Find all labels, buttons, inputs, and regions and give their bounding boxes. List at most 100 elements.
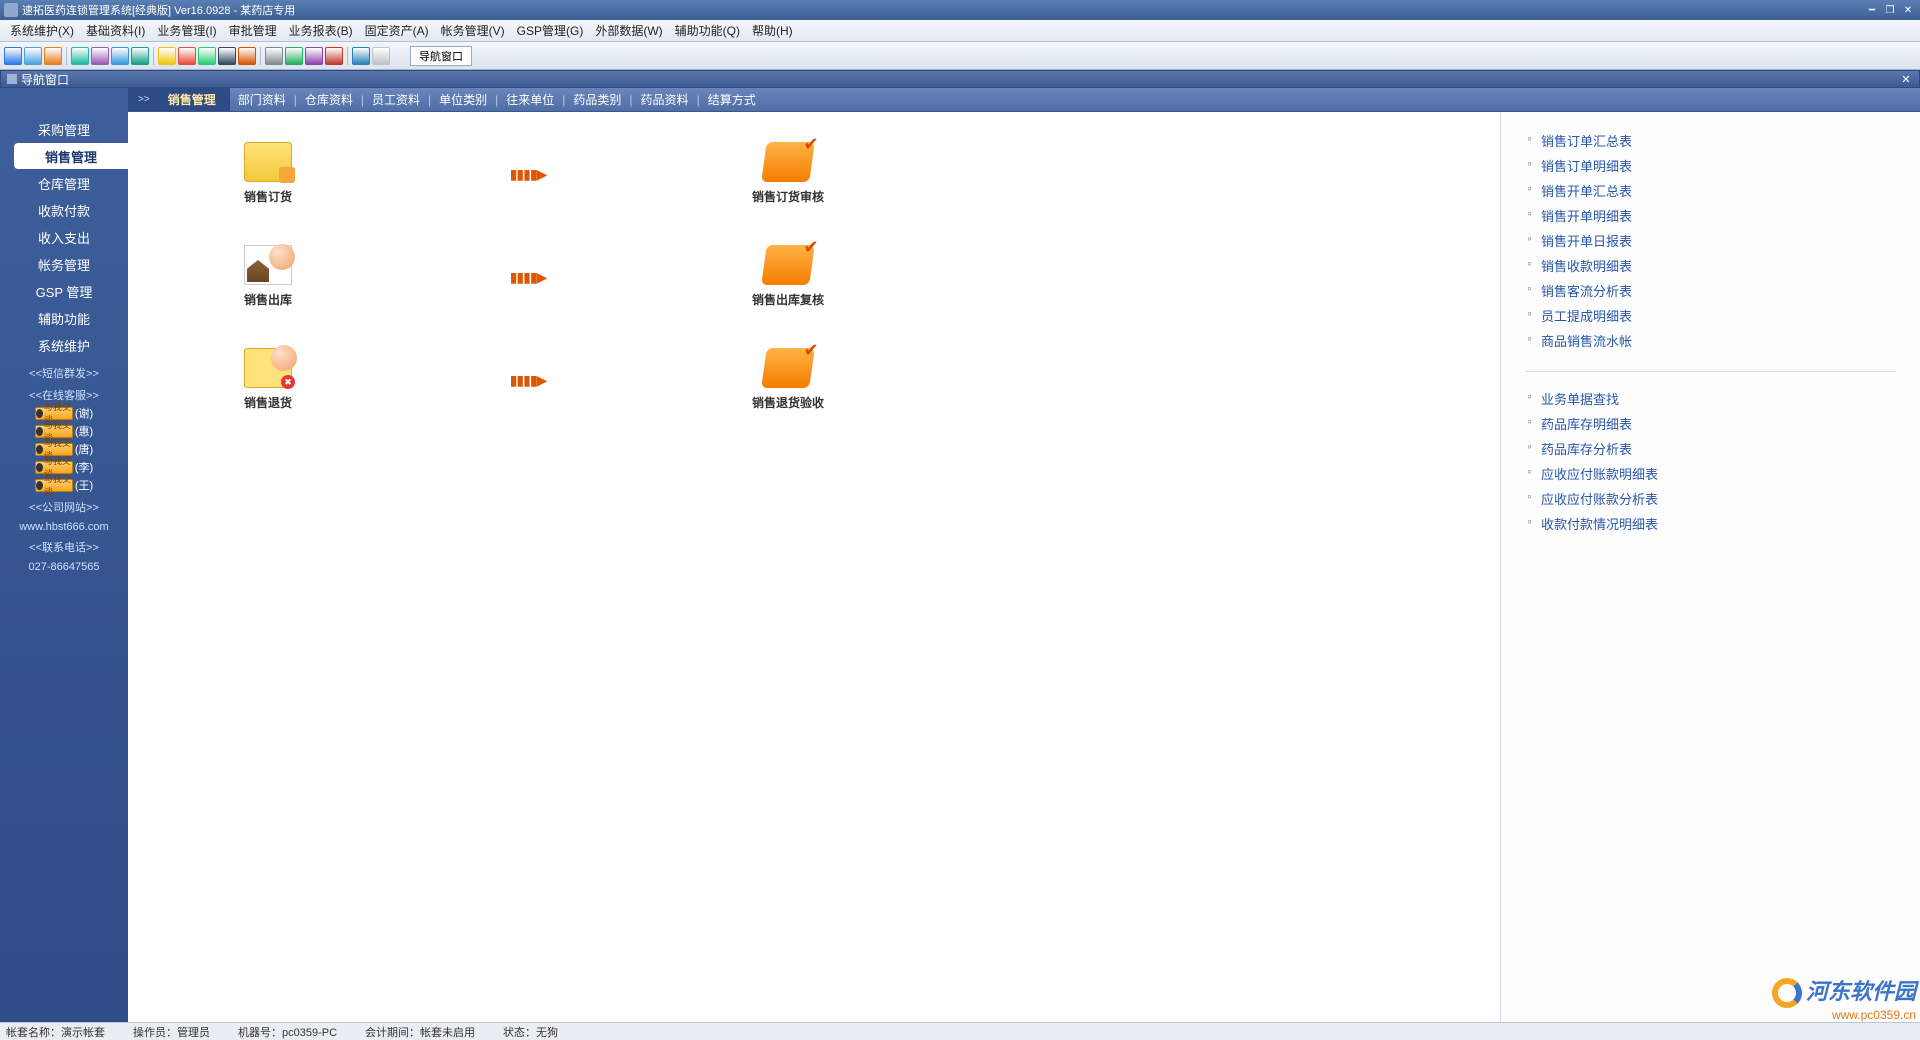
report-link[interactable]: 收款付款情况明细表 xyxy=(1525,511,1896,536)
toolbar-icon[interactable] xyxy=(218,47,236,65)
breadcrumb-link[interactable]: 仓库资料 xyxy=(297,91,361,108)
toolbar-icon[interactable] xyxy=(44,47,62,65)
report-link[interactable]: 业务单据查找 xyxy=(1525,386,1896,411)
menu-item[interactable]: 帮助(H) xyxy=(746,20,799,41)
toolbar: 导航窗口 xyxy=(0,42,1920,70)
breadcrumb-arrow-icon: >> xyxy=(138,94,150,105)
flow-node-label: 销售出库复核 xyxy=(708,291,868,308)
report-link[interactable]: 销售订单明细表 xyxy=(1525,153,1896,178)
report-link[interactable]: 应收应付账款明细表 xyxy=(1525,461,1896,486)
sidebar-item[interactable]: 收款付款 xyxy=(0,197,128,223)
report-link[interactable]: 药品库存明细表 xyxy=(1525,411,1896,436)
flow-node[interactable]: 销售退货 xyxy=(188,348,348,411)
toolbar-icon[interactable] xyxy=(352,47,370,65)
contact-name: (惠) xyxy=(75,423,93,439)
report-link[interactable]: 销售客流分析表 xyxy=(1525,278,1896,303)
toolbar-icon[interactable] xyxy=(24,47,42,65)
menu-item[interactable]: 系统维护(X) xyxy=(4,20,80,41)
sidebar-item[interactable]: 辅助功能 xyxy=(0,305,128,331)
menu-item[interactable]: 帐务管理(V) xyxy=(435,20,511,41)
breadcrumb-link[interactable]: 部门资料 xyxy=(230,91,294,108)
toolbar-icon[interactable] xyxy=(158,47,176,65)
report-link[interactable]: 员工提成明细表 xyxy=(1525,303,1896,328)
flow-node[interactable]: 销售出库复核 xyxy=(708,245,868,308)
nav-window-close-button[interactable]: ✕ xyxy=(1899,73,1913,86)
flow-node-icon xyxy=(761,245,815,285)
report-link[interactable]: 药品库存分析表 xyxy=(1525,436,1896,461)
flow-node[interactable]: 销售订货 xyxy=(188,142,348,205)
menu-item[interactable]: GSP管理(G) xyxy=(511,20,590,41)
report-link[interactable]: 销售开单日报表 xyxy=(1525,228,1896,253)
sidebar-site-label: <<公司网站>> xyxy=(0,499,128,515)
nav-window-header: 导航窗口 ✕ xyxy=(0,70,1920,88)
sidebar-tel: 027-86647565 xyxy=(0,561,128,573)
breadcrumb-current: 销售管理 xyxy=(164,88,230,111)
sidebar-item[interactable]: 帐务管理 xyxy=(0,251,128,277)
minimize-button[interactable]: ━ xyxy=(1864,3,1880,17)
app-icon xyxy=(4,3,18,17)
sidebar-item[interactable]: 仓库管理 xyxy=(0,170,128,196)
menu-item[interactable]: 外部数据(W) xyxy=(589,20,668,41)
sidebar: 采购管理销售管理仓库管理收款付款收入支出帐务管理GSP 管理辅助功能系统维护 <<… xyxy=(0,88,128,1022)
breadcrumb-link[interactable]: 结算方式 xyxy=(700,91,764,108)
sidebar-item[interactable]: 系统维护 xyxy=(0,332,128,358)
sidebar-item[interactable]: 收入支出 xyxy=(0,224,128,250)
menu-item[interactable]: 基础资料(I) xyxy=(80,20,151,41)
status-machine-value: pc0359-PC xyxy=(282,1027,337,1039)
status-bar: 帐套名称：演示帐套 操作员：管理员 机器号：pc0359-PC 会计期间：帐套未… xyxy=(0,1022,1920,1040)
toolbar-icon[interactable] xyxy=(198,47,216,65)
report-link[interactable]: 应收应付账款分析表 xyxy=(1525,486,1896,511)
toolbar-icon[interactable] xyxy=(111,47,129,65)
report-link[interactable]: 销售开单明细表 xyxy=(1525,203,1896,228)
sidebar-item[interactable]: 销售管理 xyxy=(14,143,128,169)
flow-node[interactable]: 销售出库 xyxy=(188,245,348,308)
menu-item[interactable]: 辅助功能(Q) xyxy=(669,20,746,41)
flow-node-icon xyxy=(244,348,292,388)
sidebar-item[interactable]: 采购管理 xyxy=(0,116,128,142)
toolbar-icon[interactable] xyxy=(91,47,109,65)
toolbar-icon[interactable] xyxy=(285,47,303,65)
nav-window-button[interactable]: 导航窗口 xyxy=(410,46,472,66)
sidebar-item[interactable]: GSP 管理 xyxy=(0,278,128,304)
toolbar-icon[interactable] xyxy=(265,47,283,65)
flow-node[interactable]: 销售退货验收 xyxy=(708,348,868,411)
close-button[interactable]: ✕ xyxy=(1900,3,1916,17)
menu-item[interactable]: 业务报表(B) xyxy=(283,20,359,41)
menu-item[interactable]: 固定资产(A) xyxy=(359,20,435,41)
report-link[interactable]: 销售订单汇总表 xyxy=(1525,128,1896,153)
toolbar-icon[interactable] xyxy=(305,47,323,65)
breadcrumb-link[interactable]: 员工资料 xyxy=(364,91,428,108)
toolbar-icon[interactable] xyxy=(372,47,390,65)
work-area: 销售订货 销售订货审核销售出库 销售出库复核销售退货 销售退货验收 销售订单汇总表销售… xyxy=(128,112,1920,1022)
report-link[interactable]: 商品销售流水帐 xyxy=(1525,328,1896,353)
toolbar-icon[interactable] xyxy=(325,47,343,65)
title-bar: 速拓医药连锁管理系统[经典版] Ver16.0928 - 某药店专用 ━ ❐ ✕ xyxy=(0,0,1920,20)
flow-node-label: 销售出库 xyxy=(188,291,348,308)
menu-bar: 系统维护(X)基础资料(I)业务管理(I)审批管理业务报表(B)固定资产(A)帐… xyxy=(0,20,1920,42)
maximize-button[interactable]: ❐ xyxy=(1882,3,1898,17)
toolbar-icon[interactable] xyxy=(238,47,256,65)
contact-name: (唐) xyxy=(75,441,93,457)
report-link[interactable]: 销售开单汇总表 xyxy=(1525,178,1896,203)
breadcrumb-link[interactable]: 单位类别 xyxy=(431,91,495,108)
toolbar-icon[interactable] xyxy=(4,47,22,65)
status-account-label: 帐套名称： xyxy=(6,1027,61,1039)
breadcrumb-link[interactable]: 往来单位 xyxy=(498,91,562,108)
toolbar-icon[interactable] xyxy=(178,47,196,65)
breadcrumb-link[interactable]: 药品类别 xyxy=(565,91,629,108)
breadcrumb-link[interactable]: 药品资料 xyxy=(633,91,697,108)
flow-node-label: 销售退货 xyxy=(188,394,348,411)
nav-window-title: 导航窗口 xyxy=(21,71,69,88)
contact-name: (王) xyxy=(75,477,93,493)
menu-item[interactable]: 审批管理 xyxy=(223,20,283,41)
report-link[interactable]: 销售收款明细表 xyxy=(1525,253,1896,278)
sidebar-contact[interactable]: 与我交谈(王) xyxy=(0,477,128,493)
sidebar-site-link[interactable]: www.hbst666.com xyxy=(0,521,128,533)
toolbar-icon[interactable] xyxy=(71,47,89,65)
flow-arrow-icon xyxy=(348,266,708,287)
contact-name: (李) xyxy=(75,459,93,475)
toolbar-icon[interactable] xyxy=(131,47,149,65)
menu-item[interactable]: 业务管理(I) xyxy=(151,20,222,41)
flow-node[interactable]: 销售订货审核 xyxy=(708,142,868,205)
sidebar-sms-link[interactable]: <<短信群发>> xyxy=(0,365,128,381)
